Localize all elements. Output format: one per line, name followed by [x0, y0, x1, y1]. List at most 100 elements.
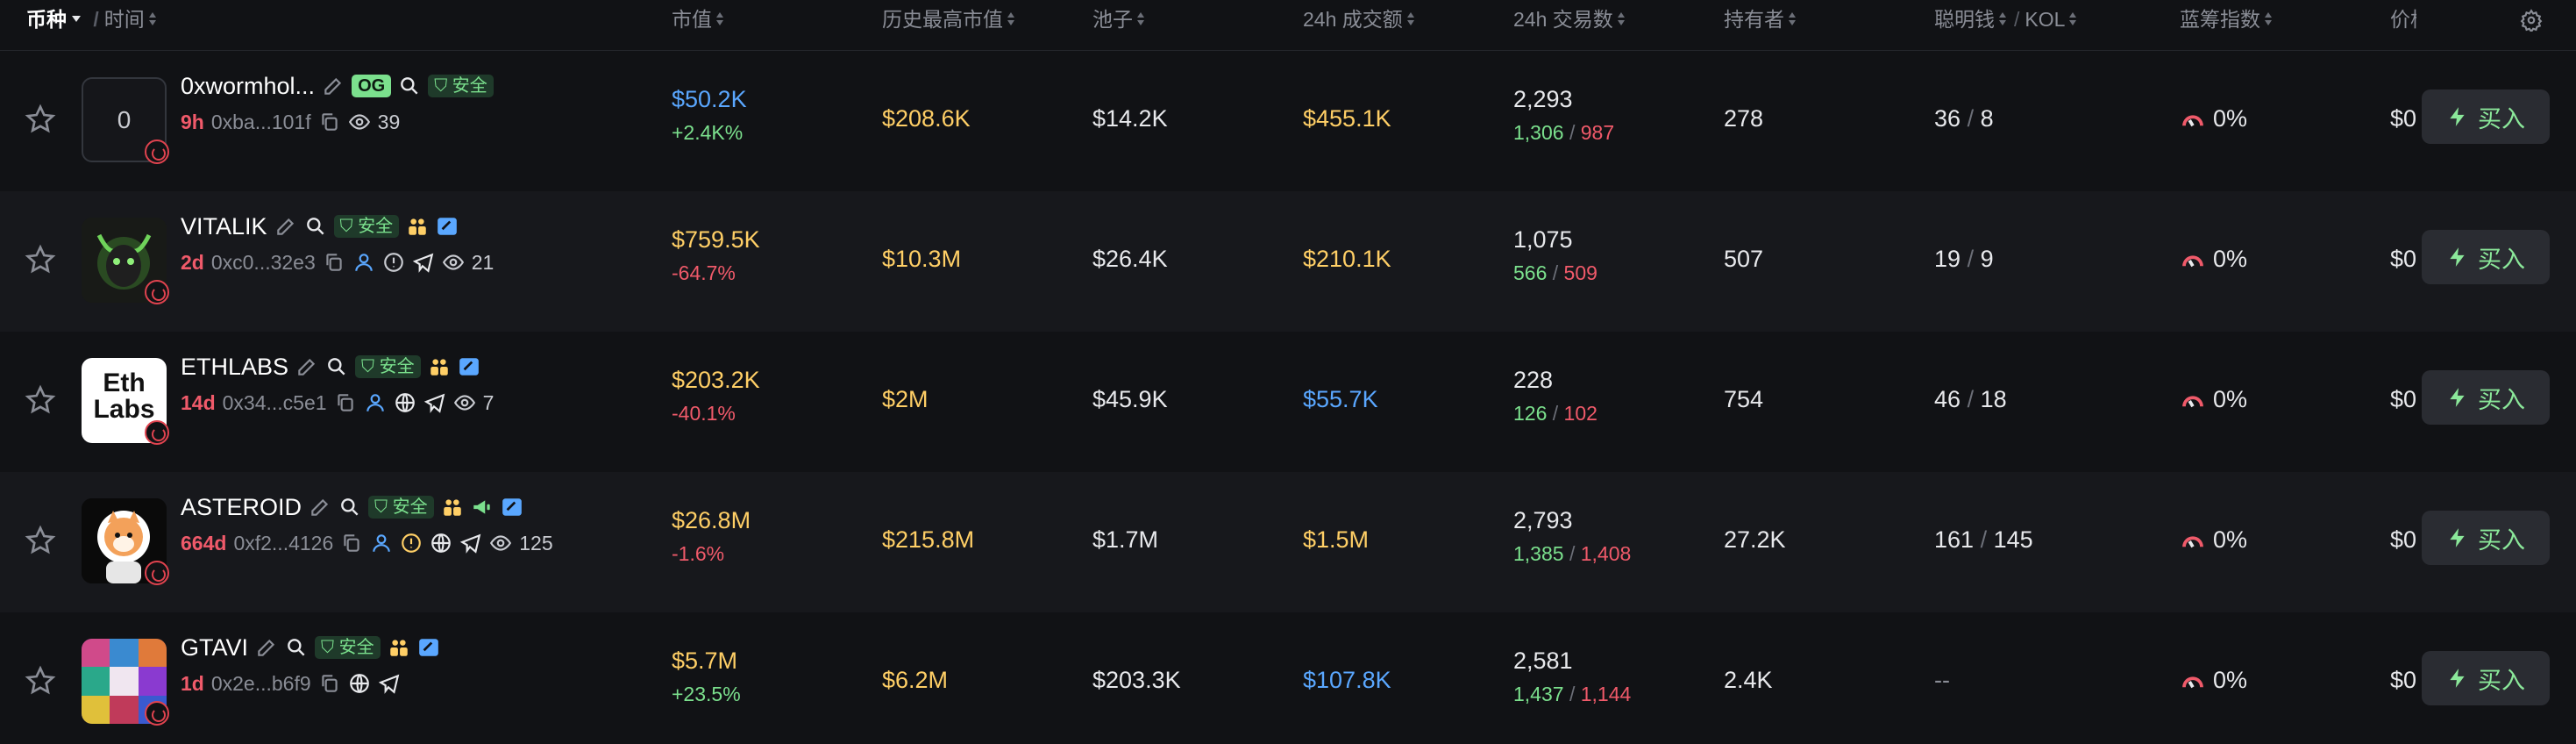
- search-icon[interactable]: [398, 75, 421, 97]
- token-address[interactable]: 0xf2...4126: [233, 532, 333, 555]
- token-address[interactable]: 0x2e...b6f9: [211, 672, 311, 696]
- smart-kol: 161 / 145: [1934, 526, 2033, 554]
- telegram-icon[interactable]: [423, 391, 446, 414]
- header-txs[interactable]: 24h 交易数: [1513, 0, 1626, 40]
- buy-button[interactable]: 买入: [2422, 89, 2550, 144]
- buy-sell-count: 126 / 102: [1513, 402, 1598, 426]
- copy-icon[interactable]: [334, 391, 357, 414]
- sort-icon[interactable]: [2264, 11, 2273, 28]
- header-bluechip[interactable]: 蓝筹指数: [2180, 0, 2273, 40]
- header-ath[interactable]: 历史最高市值: [882, 0, 1015, 40]
- copy-icon[interactable]: [340, 532, 363, 554]
- smart-kol-separator: /: [1967, 386, 1975, 412]
- lightning-icon: [2450, 247, 2465, 267]
- table-row[interactable]: Eth Labs ETHLABS ⛉ 安全 14d 0x34...c5e1 7 …: [0, 332, 2576, 472]
- search-icon[interactable]: [304, 215, 327, 238]
- globe-icon[interactable]: [430, 532, 452, 554]
- volume-24h: $455.1K: [1303, 105, 1391, 132]
- edit-icon[interactable]: [309, 496, 331, 519]
- header-volume[interactable]: 24h 成交额: [1303, 0, 1415, 40]
- pump-badge-icon: [145, 420, 169, 445]
- globe-icon[interactable]: [394, 391, 416, 414]
- token-address[interactable]: 0xba...101f: [211, 111, 311, 134]
- safe-badge-label: 安全: [358, 217, 394, 236]
- sort-icon[interactable]: [1007, 11, 1015, 28]
- price: $0: [2390, 105, 2417, 132]
- table-row[interactable]: GTAVI ⛉ 安全 1d 0x2e...b6f9 $5.7M +23.5% $…: [0, 612, 2576, 744]
- smart-kol-separator: /: [1967, 246, 1975, 272]
- buy-sell-separator: /: [1569, 683, 1576, 705]
- buy-button[interactable]: 买入: [2422, 370, 2550, 425]
- globe-icon[interactable]: [348, 672, 371, 695]
- safe-badge-label: 安全: [452, 76, 487, 96]
- sort-icon[interactable]: [1617, 11, 1626, 28]
- token-address[interactable]: 0xc0...32e3: [211, 251, 316, 275]
- table-row[interactable]: 0 0xwormhol... OG ⛉ 安全 9h 0xba...101f 39…: [0, 51, 2576, 191]
- header-coin[interactable]: 币种 / 时间: [26, 0, 157, 40]
- copy-icon[interactable]: [318, 672, 341, 695]
- edit-icon[interactable]: [295, 355, 318, 378]
- header-pool[interactable]: 池子: [1092, 0, 1145, 40]
- header-time-label[interactable]: 时间: [104, 8, 145, 31]
- market-cap-change: -40.1%: [672, 402, 736, 425]
- market-cap: $26.8M: [672, 507, 751, 533]
- token-address[interactable]: 0x34...c5e1: [223, 391, 327, 415]
- buy-button[interactable]: 买入: [2422, 511, 2550, 565]
- token-name[interactable]: VITALIK: [181, 213, 267, 240]
- token-name[interactable]: 0xwormhol...: [181, 73, 315, 100]
- header-price[interactable]: 价格: [2390, 0, 2416, 40]
- star-icon[interactable]: [25, 665, 56, 697]
- star-icon[interactable]: [25, 384, 56, 416]
- sort-icon[interactable]: [2068, 11, 2077, 28]
- buy-sell-count: 1,385 / 1,408: [1513, 542, 1631, 566]
- token-name[interactable]: GTAVI: [181, 634, 248, 662]
- table-row[interactable]: ASTEROID ⛉ 安全 664d 0xf2...4126 125 $26.8…: [0, 472, 2576, 612]
- telegram-icon[interactable]: [378, 672, 401, 695]
- ath-market-cap: $10.3M: [882, 246, 962, 272]
- search-icon[interactable]: [338, 496, 361, 519]
- star-icon[interactable]: [25, 244, 56, 275]
- safe-badge: ⛉ 安全: [368, 496, 434, 519]
- warning-icon[interactable]: [400, 532, 423, 554]
- table-header: 币种 / 时间 市值 历史最高市值 池子 24h 成交额 24h 交易数 持有者 …: [0, 0, 2576, 51]
- table-row[interactable]: VITALIK ⛉ 安全 2d 0xc0...32e3 21 $759.5K -…: [0, 191, 2576, 332]
- buy-button[interactable]: 买入: [2422, 651, 2550, 705]
- copy-icon[interactable]: [323, 251, 345, 274]
- telegram-icon[interactable]: [459, 532, 482, 554]
- edit-icon[interactable]: [255, 636, 278, 659]
- bluechip-index: 0%: [2180, 386, 2247, 414]
- bluechip-index: 0%: [2180, 526, 2247, 554]
- megaphone-icon: [473, 500, 490, 514]
- search-icon[interactable]: [325, 355, 348, 378]
- buy-button[interactable]: 买入: [2422, 230, 2550, 284]
- token-name[interactable]: ASTEROID: [181, 494, 302, 521]
- user-icon[interactable]: [352, 251, 375, 274]
- sort-icon[interactable]: [1998, 11, 2007, 28]
- token-name[interactable]: ETHLABS: [181, 354, 288, 381]
- eye-icon: [453, 395, 475, 411]
- sort-icon[interactable]: [1136, 11, 1145, 28]
- search-icon[interactable]: [285, 636, 308, 659]
- safe-badge-label: 安全: [392, 497, 428, 517]
- avatar-text-line1: Eth: [103, 368, 146, 397]
- copy-icon[interactable]: [318, 111, 341, 133]
- star-icon[interactable]: [25, 104, 56, 135]
- user-icon[interactable]: [364, 391, 387, 414]
- user-icon[interactable]: [370, 532, 393, 554]
- warning-icon[interactable]: [382, 251, 405, 274]
- header-smart-kol[interactable]: 聪明钱 / KOL: [1934, 0, 2077, 40]
- header-txs-label: 24h 交易数: [1513, 8, 1613, 31]
- star-icon[interactable]: [25, 525, 56, 556]
- pool-value: $1.7M: [1092, 526, 1159, 553]
- header-mcap[interactable]: 市值: [672, 0, 724, 40]
- gear-icon[interactable]: [2520, 5, 2543, 46]
- sort-icon[interactable]: [1788, 11, 1797, 28]
- sort-icon[interactable]: [715, 11, 724, 28]
- twitter-renamed-icon: [502, 498, 522, 516]
- sort-icon[interactable]: [1406, 11, 1415, 28]
- sort-icon[interactable]: [148, 11, 157, 28]
- header-holders[interactable]: 持有者: [1724, 0, 1797, 40]
- telegram-icon[interactable]: [412, 251, 435, 274]
- edit-icon[interactable]: [274, 215, 297, 238]
- edit-icon[interactable]: [322, 75, 345, 97]
